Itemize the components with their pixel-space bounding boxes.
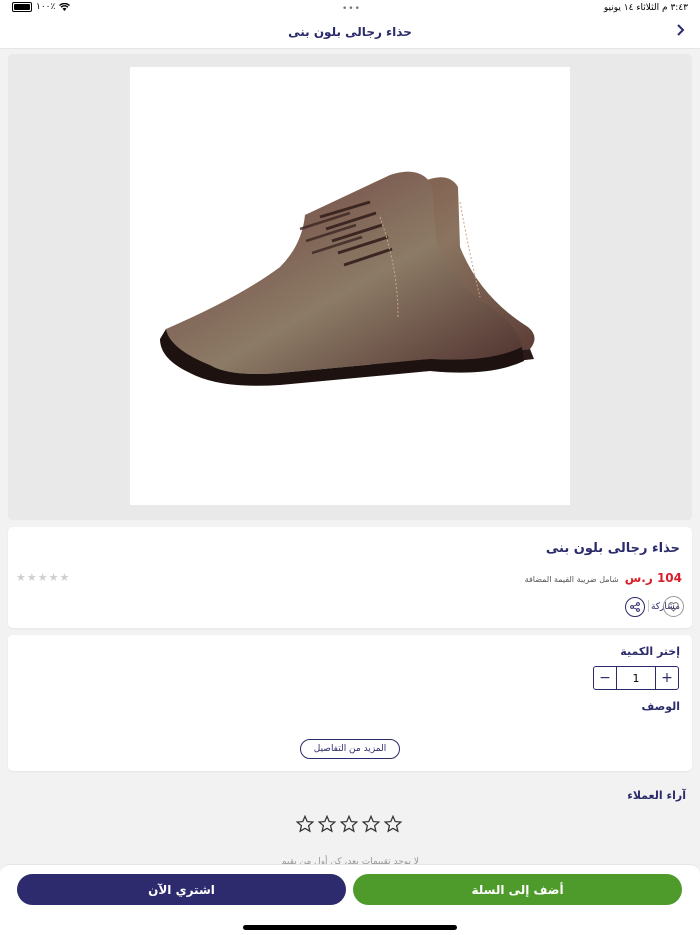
quantity-label: إختر الكمية <box>620 645 680 658</box>
description-label: الوصف <box>641 700 680 713</box>
star-outline-icon[interactable] <box>384 815 402 833</box>
decrease-button[interactable]: − <box>594 667 616 689</box>
more-details-button[interactable]: المزيد من التفاصيل <box>300 739 400 759</box>
home-indicator[interactable] <box>243 925 457 930</box>
status-indicators: ١٠٠٪ <box>12 2 71 12</box>
quantity-card: إختر الكمية − 1 + الوصف المزيد من التفاص… <box>8 635 692 771</box>
product-info-card: حذاء رجالى بلون بنى 104 ر.س شامل ضريبة ا… <box>8 527 692 628</box>
star-outline-icon[interactable] <box>340 815 358 833</box>
rating-stars: ★★★★★ <box>16 571 71 584</box>
vat-note: شامل ضريبة القيمة المضافة <box>524 575 619 584</box>
shoe-illustration <box>160 171 535 386</box>
status-time: ٣:٤٣ م <box>662 3 688 13</box>
product-price: 104 ر.س <box>624 571 682 585</box>
product-image-panel <box>8 54 692 520</box>
status-datetime: ٣:٤٣ م الثلاثاء ١٤ يونيو <box>604 3 688 13</box>
quantity-stepper: − 1 + <box>593 666 679 690</box>
star-outline-icon[interactable] <box>362 815 380 833</box>
bottom-action-bar: اشتري الآن أضف إلى السلة <box>0 864 700 935</box>
favorite-button[interactable] <box>663 596 684 617</box>
product-image[interactable] <box>130 67 570 505</box>
increase-button[interactable]: + <box>656 667 678 689</box>
chevron-right-icon <box>677 24 685 36</box>
status-date: الثلاثاء ١٤ يونيو <box>603 3 660 13</box>
action-divider <box>648 600 649 612</box>
nav-bar: حذاء رجالى بلون بنى <box>0 18 700 49</box>
status-bar: ١٠٠٪ ••• ٣:٤٣ م الثلاثاء ١٤ يونيو <box>0 0 700 18</box>
price-row: 104 ر.س شامل ضريبة القيمة المضافة <box>525 571 682 585</box>
multitask-dots[interactable]: ••• <box>342 4 361 14</box>
battery-level: ١٠٠٪ <box>36 2 56 12</box>
product-title: حذاء رجالى بلون بنى <box>545 541 680 556</box>
star-outline-icon[interactable] <box>318 815 336 833</box>
heart-icon <box>668 601 679 612</box>
back-button[interactable] <box>676 23 686 41</box>
wifi-icon <box>59 3 71 11</box>
quantity-value[interactable]: 1 <box>616 667 656 689</box>
page-title: حذاء رجالى بلون بنى <box>288 25 412 39</box>
star-outline-icon[interactable] <box>296 815 314 833</box>
review-stars[interactable] <box>296 815 402 833</box>
share-icon <box>630 602 640 612</box>
add-to-cart-button[interactable]: أضف إلى السلة <box>353 874 682 905</box>
share-button[interactable] <box>624 597 645 617</box>
battery-icon <box>12 2 32 12</box>
buy-now-button[interactable]: اشتري الآن <box>17 874 346 905</box>
reviews-title: آراء العملاء <box>627 789 686 802</box>
